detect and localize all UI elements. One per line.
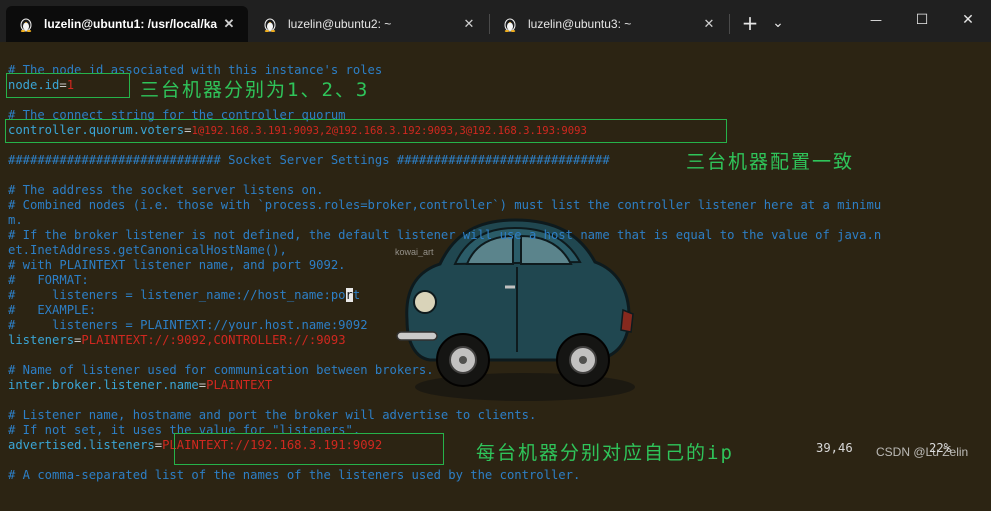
car-illustration: kowai_art [395, 218, 635, 401]
voters-annotation: 三台机器配置一致 [686, 151, 855, 173]
tab-title: luzelin@ubuntu1: /usr/local/ka [44, 17, 218, 31]
comment-line: m. [8, 213, 23, 227]
comment-line: et.InetAddress.getCanonicalHostName(), [8, 243, 287, 257]
tab-title: luzelin@ubuntu3: ~ [528, 17, 632, 31]
maximize-button[interactable]: ☐ [899, 0, 945, 40]
tab-bar: luzelin@ubuntu1: /usr/local/ka ✕ luzelin… [0, 0, 991, 42]
voters-highlight-box [5, 119, 727, 143]
node-id-highlight-box [6, 73, 130, 98]
tab-ubuntu2[interactable]: luzelin@ubuntu2: ~ ✕ [250, 6, 488, 42]
comment-line: # EXAMPLE: [8, 303, 97, 317]
comment-line: # Combined nodes (i.e. those with `proce… [8, 198, 882, 212]
watermark: CSDN @Lu Zelin [876, 445, 969, 459]
linux-penguin-icon [20, 18, 32, 32]
tab-divider [729, 14, 730, 34]
chevron-down-icon[interactable]: ⌄ [767, 6, 789, 40]
config-key: listeners [8, 333, 75, 347]
comment-line: # A comma-separated list of the names of… [8, 468, 581, 482]
comment-line: # Listener name, hostname and port the b… [8, 408, 537, 422]
linux-penguin-icon [504, 18, 516, 32]
linux-penguin-icon [264, 18, 276, 32]
config-key: advertised.listeners [8, 438, 155, 452]
close-window-button[interactable]: ✕ [945, 0, 991, 40]
terminal-window: luzelin@ubuntu1: /usr/local/ka ✕ luzelin… [0, 0, 991, 511]
advertised-annotation: 每台机器分别对应自己的ip [476, 442, 734, 464]
config-value: PLAINTEXT://:9092,CONTROLLER://:9093 [81, 333, 346, 347]
comment-line: # The address the socket server listens … [8, 183, 324, 197]
comment-line: # with PLAINTEXT listener name, and port… [8, 258, 346, 272]
minimize-button[interactable]: — [853, 0, 899, 40]
close-tab-icon[interactable]: ✕ [460, 15, 478, 33]
config-line-inter-broker: inter.broker.listener.name=PLAINTEXT [8, 378, 272, 393]
tab-ubuntu1[interactable]: luzelin@ubuntu1: /usr/local/ka ✕ [6, 6, 248, 42]
text-cursor: r [345, 288, 353, 302]
config-line-listeners: listeners=PLAINTEXT://:9092,CONTROLLER:/… [8, 333, 346, 348]
tab-ubuntu3[interactable]: luzelin@ubuntu3: ~ ✕ [490, 6, 728, 42]
close-tab-icon[interactable]: ✕ [220, 15, 238, 33]
close-tab-icon[interactable]: ✕ [700, 15, 718, 33]
section-header: ############################# Socket Ser… [8, 153, 610, 167]
new-tab-button[interactable]: + [737, 6, 763, 40]
comment-line: # FORMAT: [8, 273, 89, 287]
cursor-position: 39,46 [816, 441, 853, 455]
config-equals: = [154, 438, 163, 452]
comment-text: t [352, 288, 361, 302]
tab-title: luzelin@ubuntu2: ~ [288, 17, 392, 31]
comment-line: # Name of listener used for communicatio… [8, 363, 434, 377]
config-key: inter.broker.listener.name [8, 378, 199, 392]
car-signature-text: kowai_art [395, 247, 434, 257]
advertised-highlight-box [174, 433, 444, 465]
comment-text: # listeners = listener_name://host_name:… [8, 288, 346, 302]
node-id-annotation: 三台机器分别为1、2、3 [140, 79, 370, 101]
comment-line: # listeners = PLAINTEXT://your.host.name… [8, 318, 368, 332]
comment-line-with-cursor: # listeners = listener_name://host_name:… [8, 288, 360, 303]
comment-line: # If the broker listener is not defined,… [8, 228, 882, 242]
config-value: PLAINTEXT [206, 378, 273, 392]
